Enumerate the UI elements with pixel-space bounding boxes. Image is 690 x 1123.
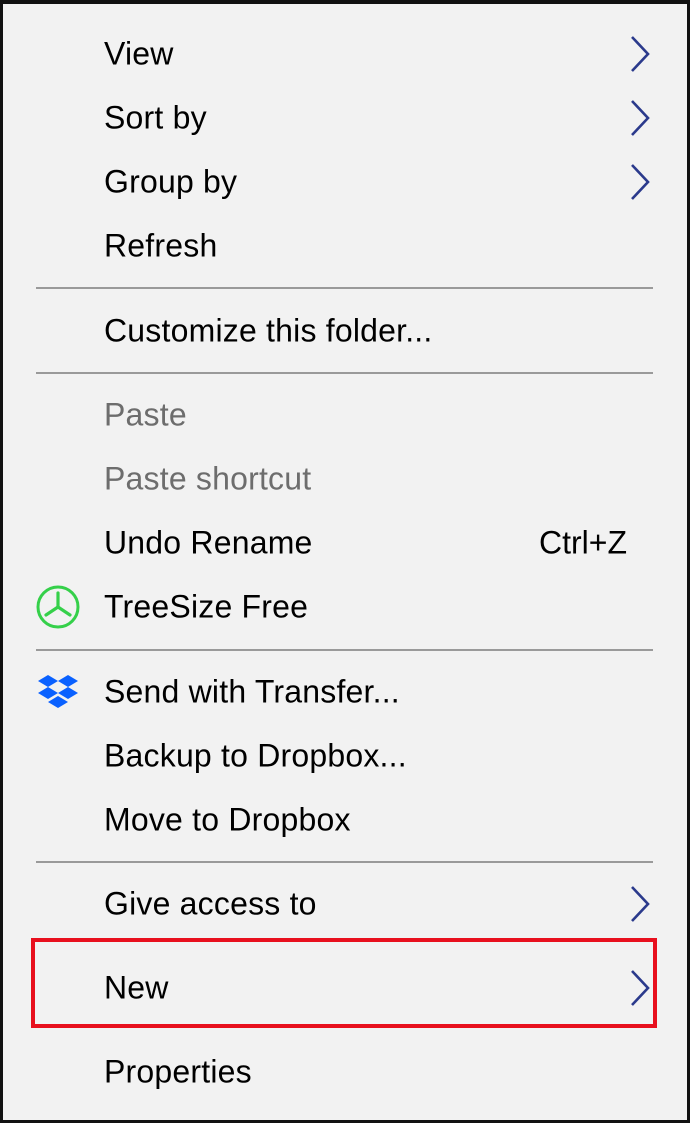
menu-item-label: Refresh: [104, 227, 218, 264]
menu-item-label: Sort by: [104, 99, 207, 136]
menu-item-properties[interactable]: Properties: [3, 1040, 687, 1104]
menu-item-paste-shortcut: Paste shortcut: [3, 447, 687, 511]
menu-item-label: Move to Dropbox: [104, 801, 351, 838]
chevron-right-icon: [631, 164, 650, 200]
menu-separator: [36, 372, 653, 374]
menu-item-label: Paste: [104, 396, 187, 433]
menu-item-label: Undo Rename: [104, 524, 313, 561]
menu-item-send-with-transfer[interactable]: Send with Transfer...: [3, 660, 687, 724]
menu-item-paste: Paste: [3, 383, 687, 447]
chevron-right-icon: [631, 100, 650, 136]
menu-item-treesize-free[interactable]: TreeSize Free: [3, 575, 687, 639]
menu-item-label: Send with Transfer...: [104, 673, 400, 710]
menu-item-give-access-to[interactable]: Give access to: [3, 872, 687, 936]
menu-item-label: TreeSize Free: [104, 588, 309, 625]
menu-item-new[interactable]: New: [3, 956, 687, 1020]
menu-item-undo-rename[interactable]: Undo Rename Ctrl+Z: [3, 511, 687, 575]
menu-item-move-to-dropbox[interactable]: Move to Dropbox: [3, 788, 687, 852]
menu-item-customize-folder[interactable]: Customize this folder...: [3, 299, 687, 363]
menu-item-label: Group by: [104, 163, 238, 200]
menu-item-label: Give access to: [104, 885, 317, 922]
context-menu: View Sort by Group by Refresh Customize …: [0, 0, 690, 1123]
chevron-right-icon: [631, 970, 650, 1006]
menu-item-group-by[interactable]: Group by: [3, 150, 687, 214]
menu-item-label: New: [104, 969, 169, 1006]
menu-separator: [36, 649, 653, 651]
menu-separator: [36, 287, 653, 289]
menu-item-label: Customize this folder...: [104, 312, 433, 349]
menu-item-label: Paste shortcut: [104, 460, 312, 497]
menu-item-label: Backup to Dropbox...: [104, 737, 407, 774]
menu-item-refresh[interactable]: Refresh: [3, 214, 687, 278]
menu-item-sort-by[interactable]: Sort by: [3, 86, 687, 150]
chevron-right-icon: [631, 36, 650, 72]
menu-item-label: Properties: [104, 1053, 252, 1090]
menu-item-label: View: [104, 35, 174, 72]
menu-separator: [36, 861, 653, 863]
menu-item-view[interactable]: View: [3, 22, 687, 86]
chevron-right-icon: [631, 886, 650, 922]
menu-item-backup-to-dropbox[interactable]: Backup to Dropbox...: [3, 724, 687, 788]
treesize-icon: [36, 585, 80, 629]
menu-item-shortcut: Ctrl+Z: [539, 524, 627, 561]
dropbox-icon: [38, 675, 78, 708]
